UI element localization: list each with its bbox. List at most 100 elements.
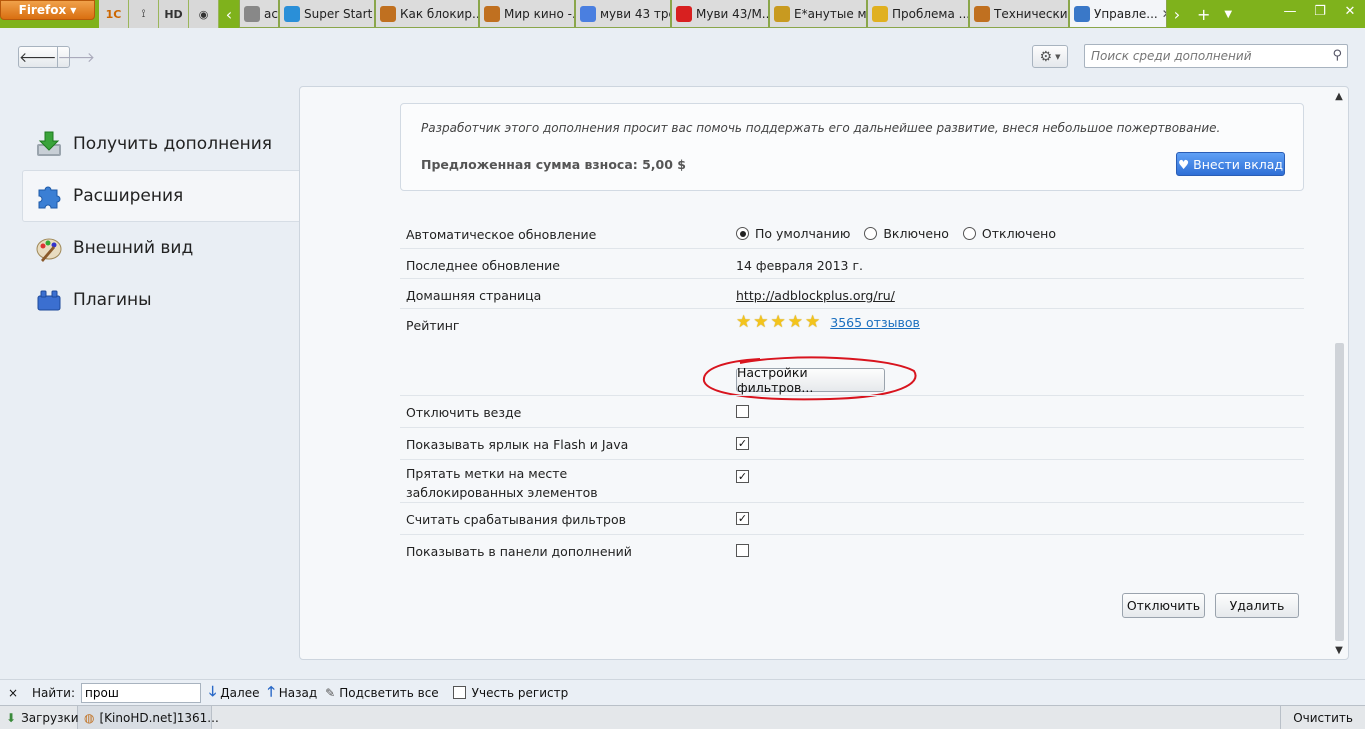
disable-button[interactable]: Отключить [1122, 593, 1205, 618]
radio-button[interactable] [864, 227, 878, 240]
close-window-icon[interactable]: ✕ [1335, 0, 1365, 22]
heart-icon: ♥ [1177, 156, 1190, 172]
downloads-button[interactable]: ⬇ Загрузки [0, 705, 79, 729]
radio-label: По умолчанию [755, 226, 851, 241]
plugins-icon [35, 286, 63, 314]
addons-toolbar: 🡐 🡒 ⚙ ▼ ⚲ [0, 28, 1365, 86]
option-checkbox[interactable] [736, 405, 749, 418]
find-next-label: Далее [220, 685, 260, 700]
tab-title: Управле... [1094, 6, 1158, 21]
remove-button[interactable]: Удалить [1215, 593, 1299, 618]
rating-stars: ★ ★ ★ ★ ★ [736, 312, 820, 332]
browser-tab[interactable]: ac... [239, 0, 279, 28]
new-tab-icon[interactable]: + [1197, 5, 1210, 24]
highlight-all-button[interactable]: ✎ Подсветить все [325, 686, 439, 700]
radio-option-default[interactable]: По умолчанию [736, 226, 850, 241]
page-icon: ◍ [84, 710, 95, 725]
tab-title: Super Start [304, 6, 373, 21]
option-row: Показывать в панели дополнений [400, 535, 1304, 567]
search-input[interactable] [1085, 45, 1321, 67]
addons-search: ⚲ [1084, 44, 1348, 68]
detail-row-rating: Рейтинг ★ ★ ★ ★ ★ 3565 отзывов [400, 309, 1304, 339]
homepage-label: Домашняя страница [406, 288, 542, 303]
minimize-icon[interactable]: — [1275, 0, 1305, 22]
homepage-link[interactable]: http://adblockplus.org/ru/ [736, 288, 895, 303]
option-checkbox[interactable]: ✓ [736, 512, 749, 525]
radio-option-on[interactable]: Включено [864, 226, 949, 241]
radio-label: Включено [883, 226, 949, 241]
browser-tab[interactable]: Мир кино -... [479, 0, 575, 28]
disc-icon: ◉ [198, 7, 209, 21]
taskbar-item[interactable]: ◍ [KinoHD.net]1361... [78, 705, 219, 729]
youtube-icon [676, 5, 692, 22]
app-tab-pin[interactable]: ⟟ [129, 0, 159, 28]
sidebar-item-get-addons[interactable]: Получить дополнения [22, 118, 300, 170]
tab-title: Е*анутые м... [794, 6, 867, 21]
extensions-icon [35, 182, 63, 210]
forward-arrow-icon[interactable]: 🡒 [58, 47, 96, 67]
sidebar-item-extensions[interactable]: Расширения [22, 170, 300, 222]
find-previous-button[interactable]: 🡑 Назад [267, 681, 317, 705]
donate-button[interactable]: ♥ Внести вклад [1176, 152, 1285, 176]
scroll-down-icon[interactable]: ▼ [1330, 643, 1348, 657]
radio-button[interactable] [962, 227, 976, 240]
browser-tab[interactable]: Управле...✕ [1069, 0, 1167, 28]
tabs-scroll-right-icon[interactable]: › [1167, 0, 1187, 28]
firefox-menu-label: Firefox [18, 3, 67, 17]
browser-tab[interactable]: Технически... [969, 0, 1069, 28]
browser-tab[interactable]: Е*анутые м... [769, 0, 867, 28]
option-checkbox[interactable]: ✓ [736, 470, 749, 483]
tab-tools: + ▼ [1187, 0, 1242, 28]
close-findbar-icon[interactable]: × [0, 686, 26, 700]
addon-details-panel: Разработчик этого дополнения просит вас … [299, 86, 1349, 660]
downloads-icon: ⬇ [6, 710, 17, 725]
sidebar-item-appearance[interactable]: Внешний вид [22, 222, 300, 274]
options-list: Отключить везде Показывать ярлык на Flas… [400, 395, 1304, 567]
back-arrow-icon[interactable]: 🡐 [19, 47, 58, 67]
panel-scrollbar[interactable]: ▲ ▼ [1330, 87, 1348, 659]
radio-label: Отключено [981, 226, 1056, 241]
scroll-up-icon[interactable]: ▲ [1330, 89, 1348, 103]
browser-tab[interactable]: муви 43 тре... [575, 0, 671, 28]
star-icon: ★ [770, 312, 786, 332]
reviews-link[interactable]: 3565 отзывов [830, 315, 920, 330]
option-checkbox[interactable]: ✓ [736, 437, 749, 450]
scrollbar-thumb[interactable] [1335, 343, 1344, 641]
option-checkbox[interactable] [736, 544, 749, 557]
get-addons-icon [35, 130, 63, 158]
warning-icon [872, 5, 888, 22]
app-tab-1c[interactable]: 1С [99, 0, 129, 28]
browser-tab[interactable]: Как блокир... [375, 0, 479, 28]
gear-icon: ⚙ [1039, 48, 1053, 65]
match-case-checkbox[interactable] [452, 686, 466, 699]
browser-tab[interactable]: Super Start [279, 0, 375, 28]
tab-bar: Firefox ▼ 1С ⟟ HD ◉ ‹ ac... Super Start Ка… [0, 0, 1365, 28]
firefox-menu-button[interactable]: Firefox ▼ [0, 0, 95, 20]
find-input[interactable] [81, 682, 202, 703]
sidebar-item-plugins[interactable]: Плагины [22, 274, 300, 326]
restore-icon[interactable]: ❐ [1305, 0, 1335, 22]
page-icon [244, 5, 260, 22]
browser-tab[interactable]: Проблема ... [867, 0, 969, 28]
tabs-scroll-left-icon[interactable]: ‹ [219, 0, 239, 28]
tab-title: Муви 43/М... [696, 6, 769, 21]
filter-settings-button[interactable]: Настройки фильтров... [736, 365, 885, 395]
detail-row-homepage: Домашняя страница http://adblockplus.org… [400, 279, 1304, 309]
find-previous-label: Назад [278, 685, 318, 700]
chevron-down-icon: ▼ [70, 5, 77, 15]
auto-update-label: Автоматическое обновление [406, 227, 597, 242]
filter-settings-label: Настройки фильтров... [737, 365, 814, 395]
search-icon[interactable]: ⚲ [1332, 48, 1342, 63]
match-case-option[interactable]: Учесть регистр [452, 686, 568, 700]
radio-option-off[interactable]: Отключено [962, 226, 1056, 241]
app-tab-disc[interactable]: ◉ [189, 0, 219, 28]
app-tab-hd[interactable]: HD [159, 0, 189, 28]
smiley-icon [774, 5, 790, 22]
browser-tab[interactable]: Муви 43/М... [671, 0, 769, 28]
find-next-button[interactable]: 🡓 Далее [209, 681, 259, 705]
tools-gear-button[interactable]: ⚙ ▼ [1032, 45, 1068, 68]
list-all-tabs-icon[interactable]: ▼ [1224, 9, 1232, 20]
clear-button[interactable]: Очистить [1280, 705, 1365, 729]
clear-label: Очистить [1293, 710, 1353, 725]
radio-button[interactable] [736, 227, 749, 240]
